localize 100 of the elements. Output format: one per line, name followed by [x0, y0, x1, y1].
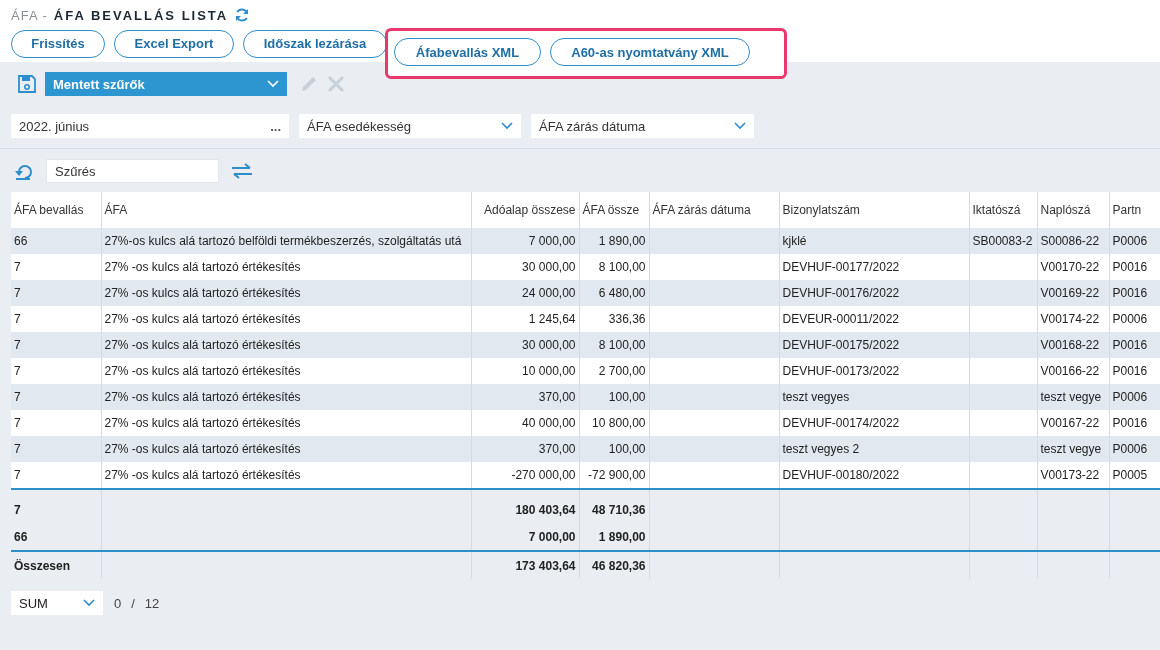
total-cell: 46 820,36 — [592, 558, 646, 573]
table-cell: V00173-22 — [1040, 468, 1100, 482]
table-cell: 27% -os kulcs alá tartozó értékesítés — [104, 442, 301, 456]
table-cell: 27% -os kulcs alá tartozó értékesítés — [104, 468, 301, 482]
swap-icon[interactable] — [231, 163, 253, 179]
table-cell: DEVHUF-00175/2022 — [782, 338, 900, 352]
table-cell: V00174-22 — [1040, 312, 1100, 326]
table-cell: 7 — [14, 416, 21, 430]
table-cell: 27% -os kulcs alá tartozó értékesítés — [104, 338, 301, 352]
table-cell: 27% -os kulcs alá tartozó értékesítés — [104, 312, 301, 326]
subtotal-cell: 66 — [14, 529, 28, 544]
page-total: 12 — [144, 595, 160, 611]
column-header[interactable]: ÁFA össze — [579, 192, 649, 228]
table-cell: 24 000,00 — [522, 286, 576, 300]
table-cell: 100,00 — [608, 442, 646, 456]
table-cell: 66 — [14, 234, 28, 248]
table-cell: 27% -os kulcs alá tartozó értékesítés — [104, 260, 301, 274]
toolbar-button[interactable]: Excel Export — [114, 29, 234, 58]
subtotal-cell: 7 000,00 — [528, 529, 576, 544]
table-cell: 8 100,00 — [598, 338, 646, 352]
table-cell: SB00083-2 — [972, 234, 1033, 248]
table-cell: 7 — [14, 260, 21, 274]
table-cell: P0016 — [1112, 364, 1148, 378]
filter-dropdown[interactable]: ÁFA esedékesség — [299, 114, 521, 138]
table-cell: V00166-22 — [1040, 364, 1100, 378]
table-cell: P0016 — [1112, 416, 1148, 430]
table-cell: 40 000,00 — [522, 416, 576, 430]
table-cell: 1 245,64 — [528, 312, 576, 326]
aggregate-dropdown[interactable]: SUM — [11, 591, 103, 615]
column-header[interactable]: ÁFA zárás dátuma — [649, 192, 779, 228]
table-cell: V00170-22 — [1040, 260, 1100, 274]
table-cell: V00169-22 — [1040, 286, 1100, 300]
table-cell: kjklé — [782, 234, 807, 248]
table-cell: 7 — [14, 390, 21, 404]
column-header[interactable]: Iktatószá — [969, 192, 1037, 228]
table-cell: P0006 — [1112, 390, 1148, 404]
table-cell: 336,36 — [608, 312, 646, 326]
page-count: 0 — [114, 595, 122, 611]
table-cell: -270 000,00 — [511, 468, 576, 482]
table-cell: DEVHUF-00177/2022 — [782, 260, 900, 274]
table-cell: 1 890,00 — [598, 234, 646, 248]
table-cell: -72 900,00 — [588, 468, 646, 482]
table-cell: 27% -os kulcs alá tartozó értékesítés — [104, 286, 301, 300]
table-cell: S00086-22 — [1040, 234, 1100, 248]
period-field[interactable]: 2022. június ... — [11, 114, 289, 138]
table-cell: teszt vegyes 2 — [782, 442, 860, 456]
table-cell: 7 — [14, 364, 21, 378]
table-cell: 10 000,00 — [522, 364, 576, 378]
filter-dropdown[interactable]: ÁFA zárás dátuma — [531, 114, 754, 138]
table-cell: 7 — [14, 286, 21, 300]
page-separator: / — [131, 595, 135, 611]
column-header[interactable]: Bizonylatszám — [779, 192, 969, 228]
subtotal-cell: 48 710,36 — [592, 502, 646, 517]
table-cell: 27% -os kulcs alá tartozó értékesítés — [104, 416, 301, 430]
search-field[interactable]: Szűrés — [46, 159, 219, 183]
table-cell: 7 — [14, 312, 21, 326]
table-cell: DEVHUF-00173/2022 — [782, 364, 900, 378]
save-icon[interactable] — [17, 74, 37, 94]
table-cell: 7 — [14, 468, 21, 482]
table-cell: 370,00 — [538, 390, 576, 404]
table-cell: P0016 — [1112, 338, 1148, 352]
table-cell: 27%-os kulcs alá tartozó belföldi termékbeszerzés, szolgáltatás utá — [104, 234, 462, 248]
table-cell: P0016 — [1112, 286, 1148, 300]
table-cell: 30 000,00 — [522, 260, 576, 274]
column-header[interactable]: Adóalap összese — [471, 192, 579, 228]
refresh-icon[interactable] — [234, 7, 251, 23]
subtotal-cell: 7 — [14, 502, 21, 517]
toolbar-button[interactable]: Áfabevallás XML — [394, 38, 541, 66]
toolbar-button[interactable]: A60-as nyomtatvány XML — [550, 38, 750, 66]
column-header[interactable]: ÁFA — [101, 192, 471, 228]
reset-icon[interactable] — [14, 162, 34, 180]
chevron-down-icon — [83, 599, 95, 607]
table-cell: 27% -os kulcs alá tartozó értékesítés — [104, 390, 301, 404]
subtotal-cell: 180 403,64 — [515, 502, 576, 517]
table-cell: 8 100,00 — [598, 260, 646, 274]
column-header[interactable]: ÁFA bevallás — [11, 192, 101, 228]
table-cell: P0006 — [1112, 234, 1148, 248]
table-cell: P0016 — [1112, 260, 1148, 274]
table-cell: 2 700,00 — [598, 364, 646, 378]
subtotal-cell: 1 890,00 — [598, 529, 646, 544]
total-cell: Összesen — [14, 558, 71, 573]
table-cell: teszt vegye — [1040, 390, 1102, 404]
table-cell: DEVHUF-00180/2022 — [782, 468, 900, 482]
table-cell: DEVHUF-00174/2022 — [782, 416, 900, 430]
table-cell: 6 480,00 — [598, 286, 646, 300]
table-cell: 30 000,00 — [522, 338, 576, 352]
table-cell: 7 — [14, 442, 21, 456]
table-cell: 10 800,00 — [592, 416, 646, 430]
table-cell: DEVHUF-00176/2022 — [782, 286, 900, 300]
table-cell: teszt vegye — [1040, 442, 1102, 456]
table-cell: P0005 — [1112, 468, 1148, 482]
toolbar-button[interactable]: Frissítés — [11, 29, 105, 58]
toolbar-button[interactable]: Időszak lezárása — [243, 29, 387, 58]
column-header[interactable]: Naplószá — [1037, 192, 1109, 228]
table-cell: 370,00 — [538, 442, 576, 456]
table-cell: P0006 — [1112, 312, 1148, 326]
table-cell: 7 — [14, 338, 21, 352]
table-cell: DEVEUR-00011/2022 — [782, 312, 899, 326]
table-cell: 100,00 — [608, 390, 646, 404]
column-header[interactable]: Partn — [1109, 192, 1160, 228]
